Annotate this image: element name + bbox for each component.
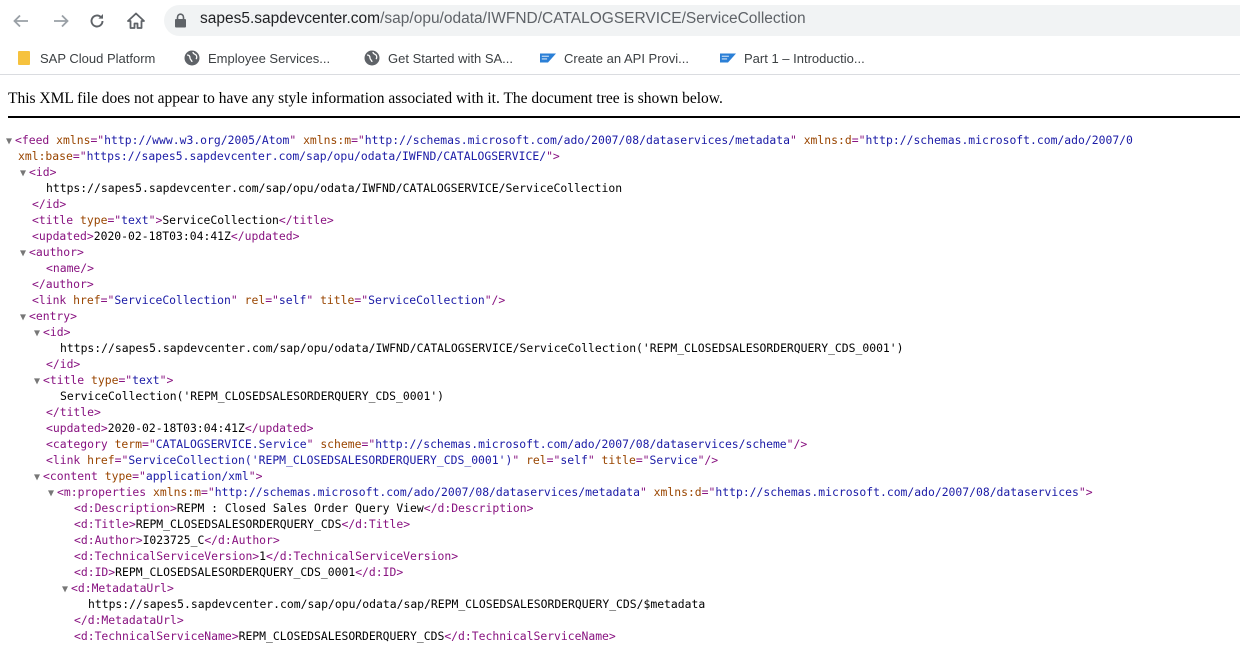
xml-line-name: <name/> [46, 261, 95, 275]
xml-line-entry-open: ▼ <entry> [20, 308, 77, 324]
xml-line-author-close: </author> [32, 277, 94, 291]
browser-toolbar: sapes5.sapdevcenter.com/sap/opu/odata/IW… [0, 0, 1240, 41]
arrow-left-icon [13, 14, 28, 28]
xml-line-id-prop: <d:ID>REPM_CLOSEDSALESORDERQUERY_CDS_000… [74, 565, 404, 579]
xml-line-description: <d:Description>REPM : Closed Sales Order… [74, 501, 534, 515]
home-icon [127, 12, 145, 29]
collapse-triangle-icon[interactable]: ▼ [34, 374, 43, 390]
xml-line-metadataurl: https://sapes5.sapdevcenter.com/sap/opu/… [88, 597, 706, 611]
globe-icon [184, 50, 200, 66]
home-button[interactable] [124, 9, 148, 33]
xml-line-feed-open: ▼ <feed xmlns="http://www.w3.org/2005/Ato… [6, 132, 1133, 148]
xml-line-entry-id: https://sapes5.sapdevcenter.com/sap/opu/… [60, 341, 904, 355]
xml-document-tree: ▼ <feed xmlns="http://www.w3.org/2005/Ato… [0, 124, 1240, 653]
xml-line-feed-id: https://sapes5.sapdevcenter.com/sap/opu/… [46, 181, 623, 195]
bookmark-get-started[interactable]: Get Started with SA... [364, 48, 513, 68]
collapse-triangle-icon[interactable]: ▼ [34, 326, 43, 342]
forward-button[interactable] [49, 9, 73, 33]
collapse-triangle-icon[interactable]: ▼ [48, 486, 57, 502]
xml-line-feed-updated: <updated>2020-02-18T03:04:41Z</updated> [32, 229, 300, 243]
reload-icon [90, 14, 104, 28]
reload-button[interactable] [85, 9, 109, 33]
lock-icon [175, 13, 186, 28]
xml-line-id-close: </id> [32, 197, 67, 211]
xml-line-entry-title: ServiceCollection('REPM_CLOSEDSALESORDER… [60, 389, 445, 403]
xml-line-feed-base: xml:base="https://sapes5.sapdevcenter.co… [18, 149, 560, 163]
xml-line-metadataurl-close: </d:MetadataUrl> [74, 613, 184, 627]
xml-line-entry-id-close: </id> [46, 357, 81, 371]
xml-line-metadataurl-open: ▼ <d:MetadataUrl> [62, 580, 174, 596]
sap-logo-icon [720, 50, 736, 66]
bookmark-label: Create an API Provi... [564, 50, 690, 66]
xml-line-entry-title-open: ▼ <title type="text"> [34, 372, 173, 388]
bookmark-part-1-introduction[interactable]: Part 1 – Introductio... [720, 48, 865, 68]
bookmark-label: Employee Services... [208, 50, 331, 66]
xml-line-author-open: ▼ <author> [20, 244, 84, 260]
xml-line-tech-version: <d:TechnicalServiceVersion>1</d:Technica… [74, 549, 459, 563]
xml-line-feed-link: <link href="ServiceCollection" rel="self… [32, 293, 506, 307]
url-path: /sap/opu/odata/IWFND/CATALOGSERVICE/Serv… [380, 10, 806, 27]
xml-line-entry-title-close: </title> [46, 405, 101, 419]
bookmarks-bar: SAP Cloud Platform Employee Services... … [0, 41, 1240, 75]
xml-line-content-open: ▼ <content type="application/xml"> [34, 468, 262, 484]
xml-line-entry-category: <category term="CATALOGSERVICE.Service" … [46, 437, 808, 451]
xml-line-entry-updated: <updated>2020-02-18T03:04:41Z</updated> [46, 421, 314, 435]
xml-line-feed-title: <title type="text">ServiceCollection</ti… [32, 213, 334, 227]
back-button[interactable] [9, 9, 33, 33]
xml-line-title-prop: <d:Title>REPM_CLOSEDSALESORDERQUERY_CDS<… [74, 517, 411, 531]
xml-line-id-open: ▼ <id> [20, 164, 56, 180]
bookmark-label: Get Started with SA... [388, 50, 513, 66]
collapse-triangle-icon[interactable]: ▼ [62, 582, 71, 598]
url-host: sapes5.sapdevcenter.com [200, 10, 381, 27]
xml-style-notice: This XML file does not appear to have an… [8, 90, 723, 107]
arrow-right-icon [54, 14, 69, 28]
xml-line-entry-link: <link href="ServiceCollection('REPM_CLOS… [46, 453, 719, 467]
collapse-triangle-icon[interactable]: ▼ [20, 166, 29, 182]
collapse-triangle-icon[interactable]: ▼ [20, 246, 29, 262]
sap-logo-icon [540, 50, 556, 66]
bookmark-sap-cloud-platform[interactable]: SAP Cloud Platform [16, 48, 155, 68]
bookmark-create-api-provider[interactable]: Create an API Provi... [540, 48, 689, 68]
address-bar[interactable]: sapes5.sapdevcenter.com/sap/opu/odata/IW… [164, 5, 1240, 36]
folder-icon [16, 50, 32, 66]
bookmark-label: SAP Cloud Platform [40, 50, 156, 66]
notice-divider [8, 116, 1240, 118]
bookmark-employee-services[interactable]: Employee Services... [184, 48, 330, 68]
url-text: sapes5.sapdevcenter.com/sap/opu/odata/IW… [200, 10, 806, 28]
xml-line-properties-open: ▼ <m:properties xmlns:m="http://schemas.m… [48, 484, 1093, 500]
xml-line-entry-id-open: ▼ <id> [34, 324, 70, 340]
collapse-triangle-icon[interactable]: ▼ [6, 134, 15, 150]
collapse-triangle-icon[interactable]: ▼ [20, 310, 29, 326]
globe-icon [364, 50, 380, 66]
bookmark-label: Part 1 – Introductio... [744, 50, 865, 66]
collapse-triangle-icon[interactable]: ▼ [34, 470, 43, 486]
xml-line-author-prop: <d:Author>I023725_C</d:Author> [74, 533, 280, 547]
xml-line-tech-service-name: <d:TechnicalServiceName>REPM_CLOSEDSALES… [74, 629, 616, 643]
